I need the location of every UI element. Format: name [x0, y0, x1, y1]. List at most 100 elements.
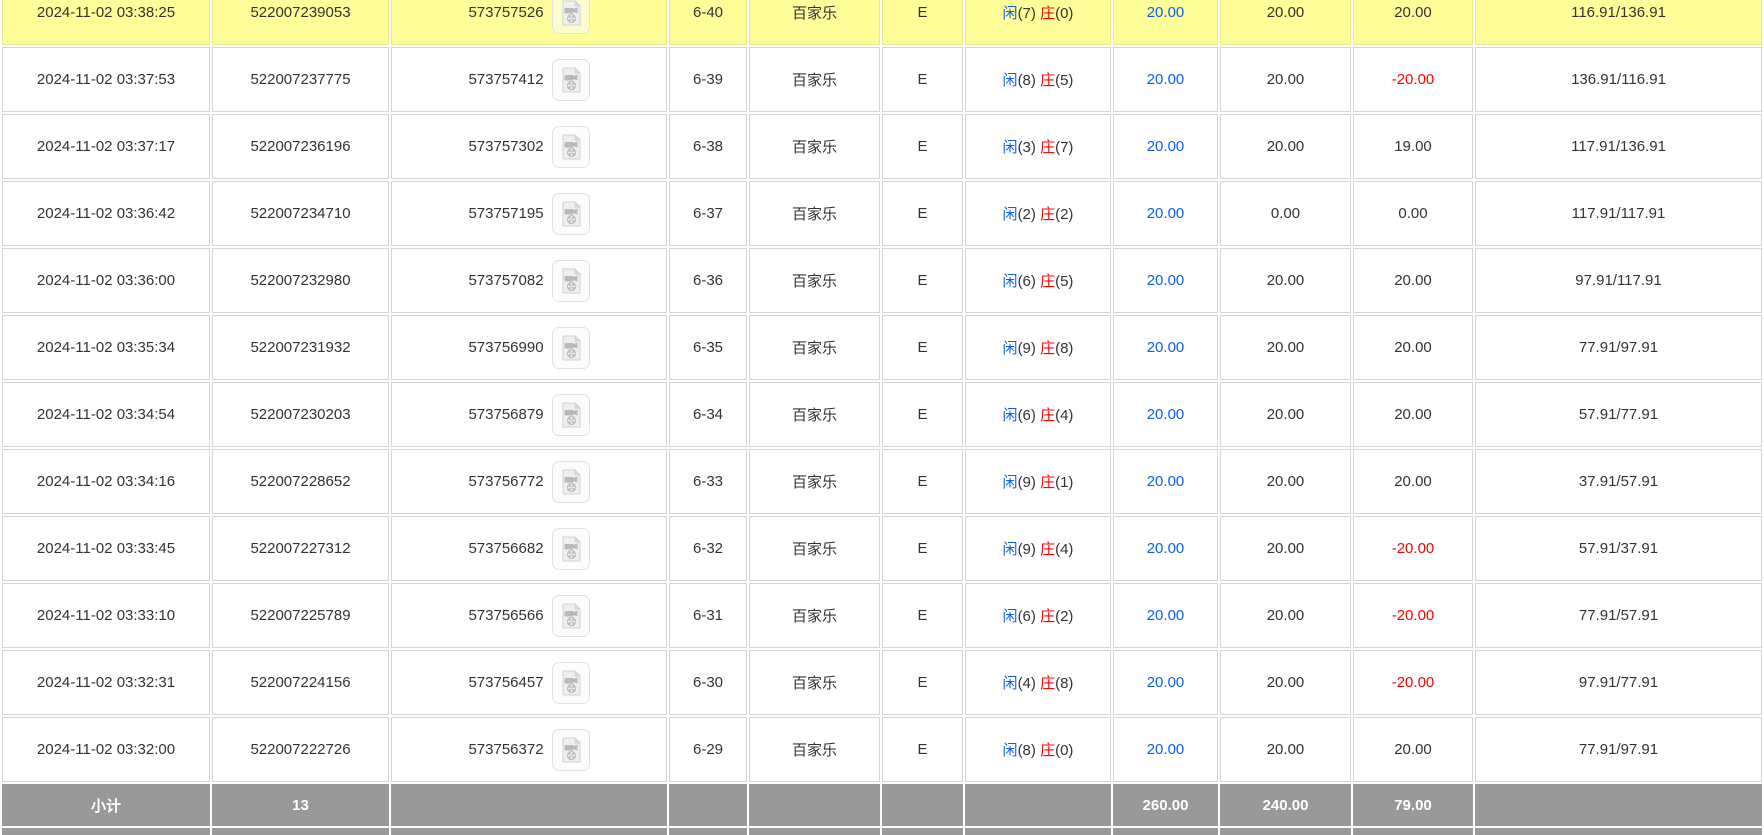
bet-amount-link[interactable]: 20.00 — [1147, 674, 1185, 691]
cell-win-loss: -20.00 — [1353, 583, 1473, 648]
player-result-value: (6) — [1018, 608, 1036, 625]
video-replay-button[interactable] — [552, 662, 590, 704]
cell-balance: 57.91/77.91 — [1475, 382, 1762, 447]
cell-table-code: E — [882, 382, 963, 447]
player-result-label: 闲 — [1003, 474, 1018, 491]
bet-amount-link[interactable]: 20.00 — [1147, 138, 1185, 155]
banker-result-label: 庄 — [1040, 742, 1055, 759]
banker-result-label: 庄 — [1040, 474, 1055, 491]
cell-balance: 117.91/117.91 — [1475, 181, 1762, 246]
subtotal-label: 小计 — [2, 784, 210, 826]
bet-amount-link[interactable]: 20.00 — [1147, 4, 1185, 21]
cell-bet-time: 2024-11-02 03:37:53 — [2, 47, 210, 112]
player-result-value: (9) — [1018, 541, 1036, 558]
video-replay-button[interactable] — [552, 729, 590, 771]
cell-balance: 97.91/77.91 — [1475, 650, 1762, 715]
cell-win-loss: 20.00 — [1353, 0, 1473, 45]
cell-valid-bet: 20.00 — [1220, 47, 1351, 112]
cell-bet-time: 2024-11-02 03:38:25 — [2, 0, 210, 45]
bet-amount-link[interactable]: 20.00 — [1147, 607, 1185, 624]
bet-amount-link[interactable]: 20.00 — [1147, 205, 1185, 222]
cell-round-id: 573756772 — [391, 449, 667, 514]
player-result-label: 闲 — [1003, 139, 1018, 156]
player-result-value: (9) — [1018, 340, 1036, 357]
cell-table-code: E — [882, 315, 963, 380]
cell-bet-time: 2024-11-02 03:32:31 — [2, 650, 210, 715]
cell-win-loss: -20.00 — [1353, 650, 1473, 715]
cell-order-id: 522007225789 — [212, 583, 389, 648]
cell-order-id: 522007230203 — [212, 382, 389, 447]
banker-result-value: (0) — [1055, 742, 1073, 759]
player-result-label: 闲 — [1003, 72, 1018, 89]
cell-game-type: 百家乐 — [749, 114, 880, 179]
cell-balance: 77.91/97.91 — [1475, 315, 1762, 380]
cell-valid-bet: 20.00 — [1220, 583, 1351, 648]
banker-result-value: (4) — [1055, 541, 1073, 558]
cell-bet-amount: 20.00 — [1113, 114, 1218, 179]
banker-result-value: (2) — [1055, 206, 1073, 223]
video-file-icon — [559, 536, 583, 562]
bet-amount-link[interactable]: 20.00 — [1147, 473, 1185, 490]
bet-amount-link[interactable]: 20.00 — [1147, 741, 1185, 758]
cell-table-code: E — [882, 583, 963, 648]
cell-order-id: 522007228652 — [212, 449, 389, 514]
cell-win-loss: 20.00 — [1353, 382, 1473, 447]
cell-round-number: 6-30 — [669, 650, 747, 715]
cell-bet-amount: 20.00 — [1113, 248, 1218, 313]
cell-round-number: 6-31 — [669, 583, 747, 648]
round-id-text: 573757302 — [468, 138, 543, 155]
player-result-value: (8) — [1018, 72, 1036, 89]
cell-game-type: 百家乐 — [749, 449, 880, 514]
cell-result: 闲(8) 庄(0) — [965, 717, 1111, 782]
video-replay-button[interactable] — [552, 595, 590, 637]
video-replay-button[interactable] — [552, 126, 590, 168]
video-replay-button[interactable] — [552, 394, 590, 436]
subtotal-empty-cell — [749, 784, 880, 826]
cell-bet-time: 2024-11-02 03:32:00 — [2, 717, 210, 782]
cell-round-number: 6-35 — [669, 315, 747, 380]
video-file-icon — [559, 268, 583, 294]
cell-round-number: 6-38 — [669, 114, 747, 179]
cell-win-loss: 20.00 — [1353, 449, 1473, 514]
video-file-icon — [559, 201, 583, 227]
cell-round-id: 573757302 — [391, 114, 667, 179]
video-replay-button[interactable] — [552, 461, 590, 503]
bet-amount-link[interactable]: 20.00 — [1147, 272, 1185, 289]
cell-game-type: 百家乐 — [749, 583, 880, 648]
video-replay-button[interactable] — [552, 260, 590, 302]
banker-result-value: (8) — [1055, 340, 1073, 357]
cell-bet-time: 2024-11-02 03:33:45 — [2, 516, 210, 581]
subtotal-row: 小计 13 260.00 240.00 79.00 — [2, 784, 1762, 826]
bet-amount-link[interactable]: 20.00 — [1147, 339, 1185, 356]
video-replay-button[interactable] — [552, 59, 590, 101]
bet-amount-link[interactable]: 20.00 — [1147, 406, 1185, 423]
cell-round-number: 6-39 — [669, 47, 747, 112]
video-file-icon — [559, 670, 583, 696]
video-replay-button[interactable] — [552, 193, 590, 235]
cell-result: 闲(6) 庄(5) — [965, 248, 1111, 313]
bet-amount-link[interactable]: 20.00 — [1147, 71, 1185, 88]
table-row: 2024-11-02 03:35:34 522007231932 5737569… — [2, 315, 1762, 380]
video-replay-button[interactable] — [552, 528, 590, 570]
table-row: 2024-11-02 03:37:53 522007237775 5737574… — [2, 47, 1762, 112]
cell-table-code: E — [882, 0, 963, 45]
banker-result-value: (1) — [1055, 474, 1073, 491]
cell-game-type: 百家乐 — [749, 181, 880, 246]
cell-table-code: E — [882, 717, 963, 782]
video-replay-button[interactable] — [552, 327, 590, 369]
video-file-icon — [559, 67, 583, 93]
cell-round-number: 6-37 — [669, 181, 747, 246]
cell-table-code: E — [882, 516, 963, 581]
cell-balance: 97.91/117.91 — [1475, 248, 1762, 313]
video-replay-button[interactable] — [552, 0, 590, 34]
cell-order-id: 522007239053 — [212, 0, 389, 45]
cell-bet-amount: 20.00 — [1113, 47, 1218, 112]
banker-result-label: 庄 — [1040, 675, 1055, 692]
subtotal-empty-cell — [669, 784, 747, 826]
grand-total-row-partial — [2, 828, 1762, 835]
cell-game-type: 百家乐 — [749, 0, 880, 45]
cell-result: 闲(9) 庄(1) — [965, 449, 1111, 514]
bet-amount-link[interactable]: 20.00 — [1147, 540, 1185, 557]
cell-valid-bet: 20.00 — [1220, 516, 1351, 581]
banker-result-label: 庄 — [1040, 541, 1055, 558]
